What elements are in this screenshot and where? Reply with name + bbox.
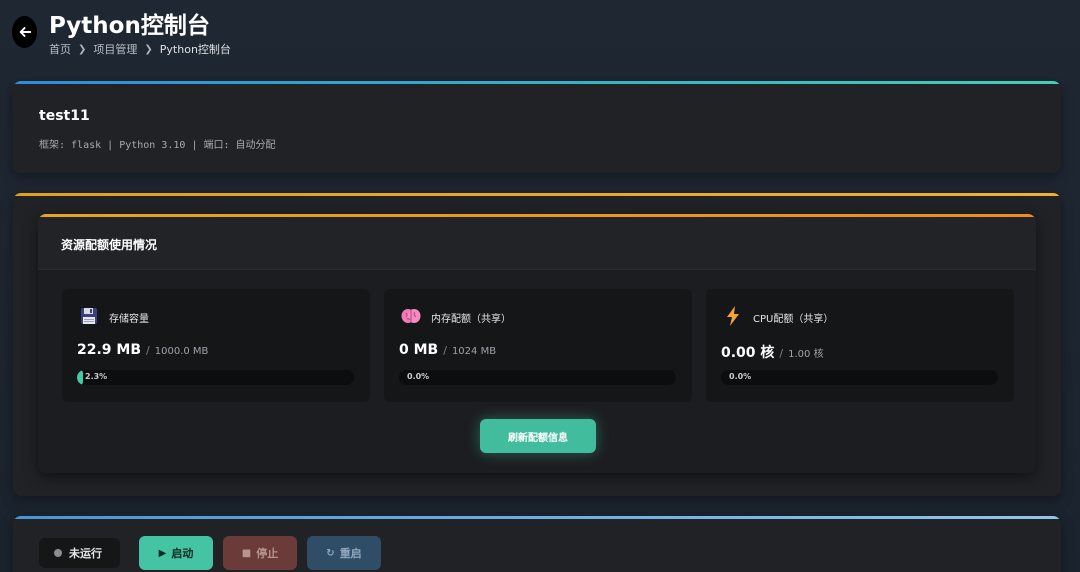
metric-total: 1000.0 MB xyxy=(154,346,209,357)
play-icon: ▶ xyxy=(158,547,167,559)
metric-memory: 内存配额（共享） 0 MB / 1024 MB 0.0% xyxy=(384,289,692,402)
metric-value: 0.00 核 / 1.00 核 xyxy=(721,342,824,362)
progress-percent: 0.0% xyxy=(407,372,430,381)
control-card: 未运行 ▶ 启动 ■ 停止 ↻ 重启 xyxy=(13,516,1061,572)
floppy-disk-icon xyxy=(79,306,99,326)
metric-label: 存储容量 xyxy=(109,314,149,325)
card-accent-bar xyxy=(13,81,1061,84)
refresh-quota-button[interactable]: 刷新配额信息 xyxy=(480,419,596,453)
metric-used: 0 MB xyxy=(399,342,439,358)
metric-label: 内存配额（共享） xyxy=(431,314,511,325)
quota-card: 资源配额使用情况 存储容量 22.9 MB / 1000.0 MB 2.3% 内… xyxy=(13,193,1061,496)
restart-label: 重启 xyxy=(339,547,362,560)
restart-button[interactable]: ↻ 重启 xyxy=(307,536,381,570)
progress-bar: 0.0% xyxy=(721,370,998,385)
start-label: 启动 xyxy=(171,547,194,560)
chevron-right-icon: ❯ xyxy=(78,43,87,55)
quota-title: 资源配额使用情况 xyxy=(61,238,158,252)
metric-value: 22.9 MB / 1000.0 MB xyxy=(77,342,208,358)
breadcrumb-projects[interactable]: 项目管理 xyxy=(93,41,137,57)
progress-percent: 0.0% xyxy=(729,372,752,381)
metric-storage: 存储容量 22.9 MB / 1000.0 MB 2.3% xyxy=(62,289,370,402)
metric-used: 22.9 MB xyxy=(77,342,142,358)
project-info-card: test11 框架: flask | Python 3.10 | 端口: 自动分… xyxy=(13,81,1061,173)
metric-label: CPU配额（共享） xyxy=(753,314,834,325)
progress-bar: 2.3% xyxy=(77,370,354,385)
metric-separator: / xyxy=(146,344,150,357)
metric-total: 1.00 核 xyxy=(788,349,824,360)
card-accent-bar xyxy=(13,193,1061,196)
start-button[interactable]: ▶ 启动 xyxy=(139,536,213,570)
brain-icon xyxy=(401,306,421,326)
page-title: Python控制台 xyxy=(49,13,210,39)
metric-separator: / xyxy=(443,344,447,357)
stop-icon: ■ xyxy=(241,547,252,559)
quota-header: 资源配额使用情况 xyxy=(38,217,1036,270)
status-dot-icon xyxy=(54,549,62,557)
quota-panel: 资源配额使用情况 存储容量 22.9 MB / 1000.0 MB 2.3% 内… xyxy=(38,214,1036,473)
chevron-right-icon: ❯ xyxy=(144,43,153,55)
progress-percent: 2.3% xyxy=(85,372,108,381)
refresh-icon: ↻ xyxy=(326,547,335,559)
metric-total: 1024 MB xyxy=(451,346,497,357)
project-meta: 框架: flask | Python 3.10 | 端口: 自动分配 xyxy=(39,140,276,151)
project-name: test11 xyxy=(39,108,90,124)
stop-button[interactable]: ■ 停止 xyxy=(223,536,297,570)
metric-separator: / xyxy=(779,347,784,360)
progress-bar: 0.0% xyxy=(399,370,676,385)
status-text: 未运行 xyxy=(69,547,102,560)
progress-fill xyxy=(77,370,84,385)
stop-label: 停止 xyxy=(256,547,279,560)
metric-value: 0 MB / 1024 MB xyxy=(399,342,496,358)
lightning-icon xyxy=(723,306,743,326)
breadcrumb-home[interactable]: 首页 xyxy=(49,41,71,57)
metric-used: 0.00 核 xyxy=(721,345,775,361)
card-accent-bar xyxy=(13,516,1061,519)
status-badge: 未运行 xyxy=(39,538,120,568)
breadcrumb-current: Python控制台 xyxy=(159,43,231,56)
metric-cpu: CPU配额（共享） 0.00 核 / 1.00 核 0.0% xyxy=(706,289,1014,402)
arrow-left-icon xyxy=(19,27,31,37)
back-button[interactable] xyxy=(12,16,37,48)
breadcrumb: 首页 ❯ 项目管理 ❯ Python控制台 xyxy=(49,41,231,57)
